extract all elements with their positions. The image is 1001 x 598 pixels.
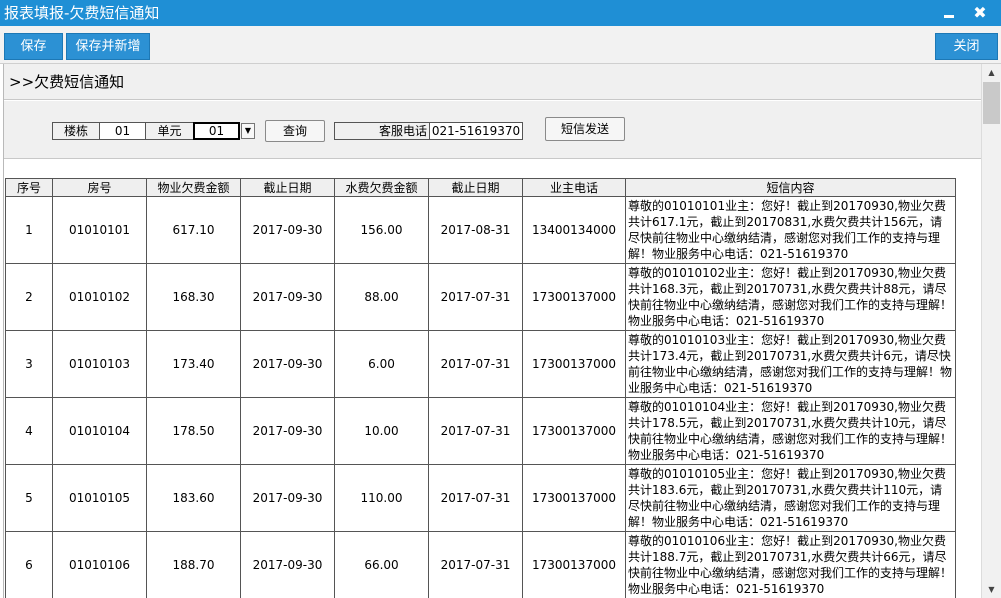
cell-property-arrears: 168.30 (146, 263, 241, 331)
cell-sms-content: 尊敬的01010104业主：您好！截止到20170930,物业欠费共计178.5… (625, 397, 956, 465)
cell-owner-phone: 17300137000 (522, 397, 626, 465)
spacer (4, 160, 981, 178)
building-label: 楼栋 (52, 122, 100, 140)
cell-owner-phone: 13400134000 (522, 196, 626, 264)
cell-property-deadline: 2017-09-30 (240, 330, 335, 398)
save-button[interactable]: 保存 (4, 33, 63, 60)
cell-sms-content: 尊敬的01010105业主：您好！截止到20170930,物业欠费共计183.6… (625, 464, 956, 532)
cell-property-arrears: 617.10 (146, 196, 241, 264)
cell-water-deadline: 2017-07-31 (428, 464, 523, 532)
filter-bar: 楼栋 01 单元 01 ▼ 查询 客服电话 021-51619370 短信发送 (4, 101, 981, 159)
minimize-icon[interactable] (938, 3, 960, 23)
cell-water-arrears: 10.00 (334, 397, 429, 465)
service-phone-field[interactable]: 021-51619370 (429, 122, 523, 140)
scroll-up-icon[interactable]: ▲ (982, 64, 1001, 81)
dropdown-arrow-icon[interactable]: ▼ (241, 123, 255, 139)
cell-property-deadline: 2017-09-30 (240, 464, 335, 532)
cell-room: 01010106 (52, 531, 147, 598)
cell-property-deadline: 2017-09-30 (240, 263, 335, 331)
report-content: >>欠费短信通知 楼栋 01 单元 01 ▼ 查询 客服电话 021-51619… (3, 64, 981, 598)
window-title: 报表填报-欠费短信通知 (4, 4, 160, 22)
close-button[interactable]: 关闭 (935, 33, 998, 60)
cell-room: 01010101 (52, 196, 147, 264)
save-and-new-button[interactable]: 保存并新增 (66, 33, 150, 60)
cell-property-deadline: 2017-09-30 (240, 531, 335, 598)
cell-room: 01010104 (52, 397, 147, 465)
cell-water-arrears: 110.00 (334, 464, 429, 532)
cell-water-deadline: 2017-07-31 (428, 531, 523, 598)
sms-send-button[interactable]: 短信发送 (545, 117, 625, 141)
cell-index: 1 (5, 196, 53, 264)
cell-index: 6 (5, 531, 53, 598)
header-owner-phone: 业主电话 (522, 178, 626, 197)
cell-index: 4 (5, 397, 53, 465)
toolbar: 保存 保存并新增 关闭 (0, 26, 1001, 64)
close-icon[interactable]: ✖ (969, 3, 991, 23)
window-titlebar: 报表填报-欠费短信通知 ✖ (0, 0, 1001, 26)
cell-water-deadline: 2017-08-31 (428, 196, 523, 264)
cell-water-arrears: 156.00 (334, 196, 429, 264)
cell-sms-content: 尊敬的01010101业主：您好！截止到20170930,物业欠费共计617.1… (625, 196, 956, 264)
table-row[interactable]: 1 01010101 617.10 2017-09-30 156.00 2017… (5, 196, 956, 264)
table-row[interactable]: 6 01010106 188.70 2017-09-30 66.00 2017-… (5, 531, 956, 598)
cell-owner-phone: 17300137000 (522, 330, 626, 398)
cell-owner-phone: 17300137000 (522, 464, 626, 532)
table-row[interactable]: 4 01010104 178.50 2017-09-30 10.00 2017-… (5, 397, 956, 465)
cell-property-deadline: 2017-09-30 (240, 397, 335, 465)
header-property-deadline: 截止日期 (240, 178, 335, 197)
building-field[interactable]: 01 (99, 122, 146, 140)
cell-index: 2 (5, 263, 53, 331)
cell-room: 01010103 (52, 330, 147, 398)
section-header: >>欠费短信通知 (4, 64, 981, 100)
cell-sms-content: 尊敬的01010103业主：您好！截止到20170930,物业欠费共计173.4… (625, 330, 956, 398)
cell-index: 3 (5, 330, 53, 398)
cell-index: 5 (5, 464, 53, 532)
vertical-scrollbar[interactable]: ▲ ▼ (981, 64, 1001, 598)
cell-water-deadline: 2017-07-31 (428, 263, 523, 331)
table-row[interactable]: 2 01010102 168.30 2017-09-30 88.00 2017-… (5, 263, 956, 331)
header-water-deadline: 截止日期 (428, 178, 523, 197)
scroll-down-icon[interactable]: ▼ (982, 581, 1001, 598)
cell-owner-phone: 17300137000 (522, 263, 626, 331)
cell-water-arrears: 66.00 (334, 531, 429, 598)
header-property-arrears: 物业欠费金额 (146, 178, 241, 197)
query-button[interactable]: 查询 (265, 120, 325, 142)
section-title: >>欠费短信通知 (9, 73, 125, 91)
arrears-table: 序号 房号 物业欠费金额 截止日期 水费欠费金额 截止日期 业主电话 短信内容 … (5, 178, 956, 598)
cell-property-arrears: 173.40 (146, 330, 241, 398)
cell-water-arrears: 6.00 (334, 330, 429, 398)
header-sms-content: 短信内容 (625, 178, 956, 197)
cell-room: 01010105 (52, 464, 147, 532)
cell-sms-content: 尊敬的01010106业主：您好！截止到20170930,物业欠费共计188.7… (625, 531, 956, 598)
table-header-row: 序号 房号 物业欠费金额 截止日期 水费欠费金额 截止日期 业主电话 短信内容 (5, 178, 956, 197)
table-row[interactable]: 3 01010103 173.40 2017-09-30 6.00 2017-0… (5, 330, 956, 398)
header-room: 房号 (52, 178, 147, 197)
cell-water-arrears: 88.00 (334, 263, 429, 331)
cell-property-arrears: 178.50 (146, 397, 241, 465)
unit-label: 单元 (145, 122, 194, 140)
header-index: 序号 (5, 178, 53, 197)
cell-owner-phone: 17300137000 (522, 531, 626, 598)
scroll-thumb[interactable] (983, 82, 1000, 124)
unit-select[interactable]: 01 (193, 122, 240, 140)
cell-sms-content: 尊敬的01010102业主：您好！截止到20170930,物业欠费共计168.3… (625, 263, 956, 331)
cell-property-deadline: 2017-09-30 (240, 196, 335, 264)
cell-water-deadline: 2017-07-31 (428, 330, 523, 398)
cell-water-deadline: 2017-07-31 (428, 397, 523, 465)
cell-room: 01010102 (52, 263, 147, 331)
cell-property-arrears: 188.70 (146, 531, 241, 598)
service-phone-label: 客服电话 (334, 122, 430, 140)
header-water-arrears: 水费欠费金额 (334, 178, 429, 197)
cell-property-arrears: 183.60 (146, 464, 241, 532)
table-row[interactable]: 5 01010105 183.60 2017-09-30 110.00 2017… (5, 464, 956, 532)
